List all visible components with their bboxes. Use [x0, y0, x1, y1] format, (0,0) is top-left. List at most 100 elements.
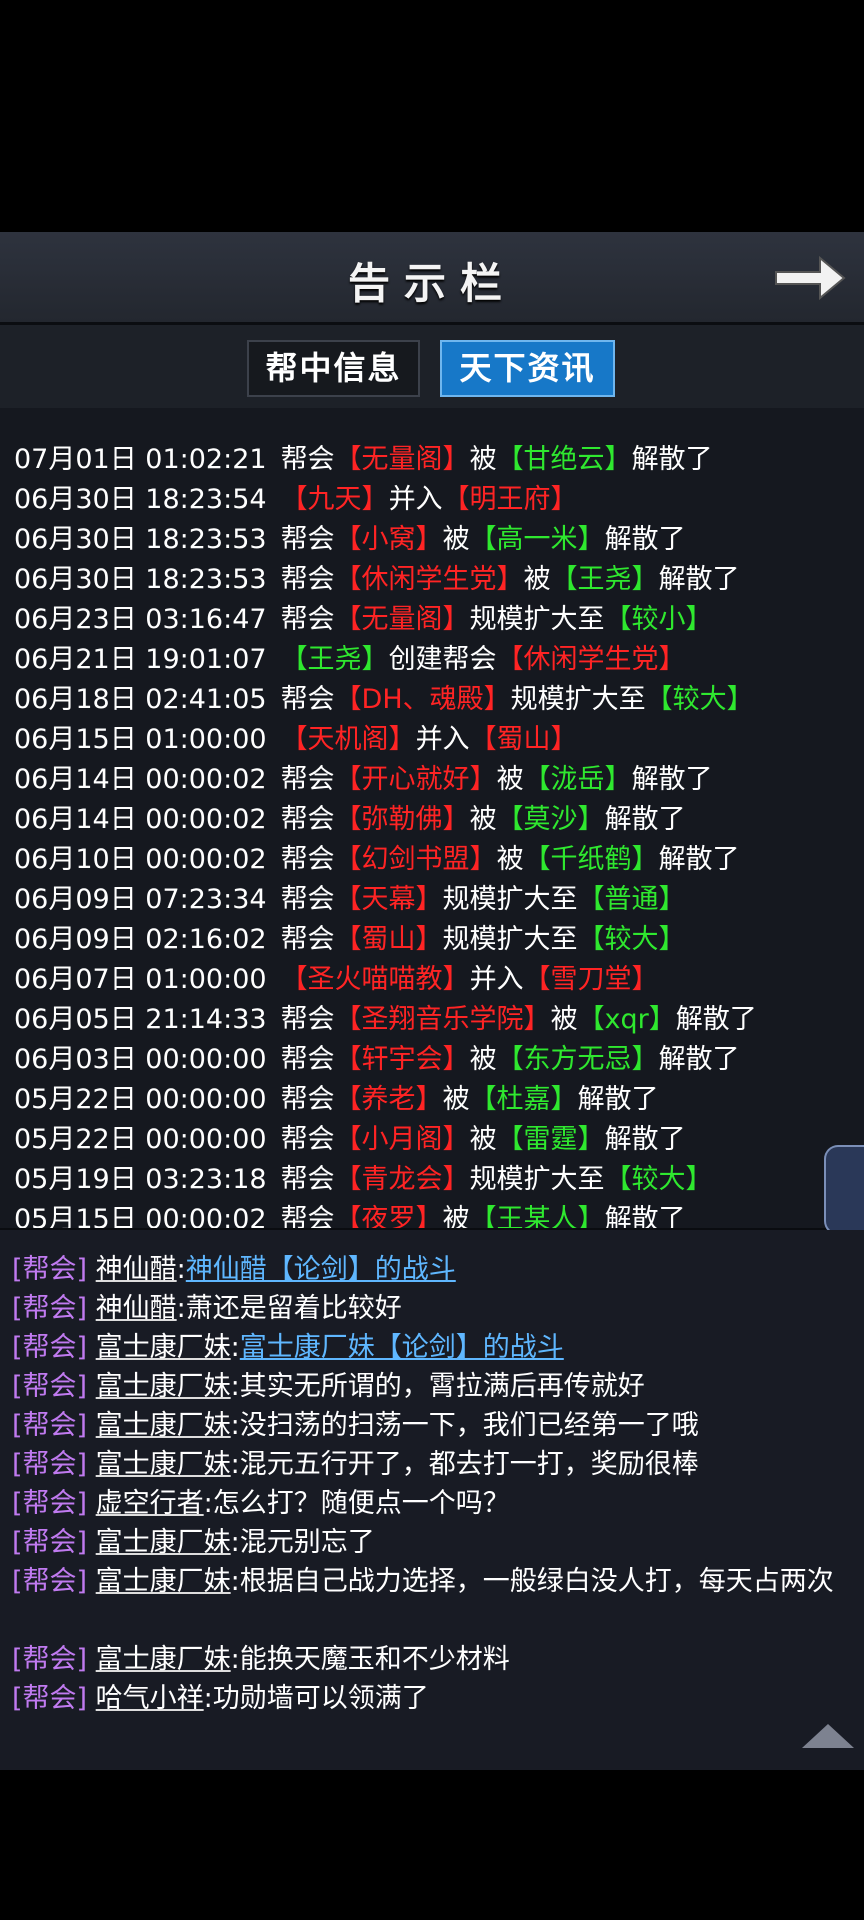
player-name: 【泷岳】 — [523, 764, 632, 795]
guild-name: 【轩宇会】 — [334, 1044, 470, 1075]
chat-speaker[interactable]: 神仙醋 — [96, 1254, 177, 1285]
chat-speaker[interactable]: 富士康厂妹 — [96, 1410, 231, 1441]
news-text: 帮会 — [280, 924, 335, 955]
player-name: 【王某人】 — [469, 1204, 605, 1230]
chat-speaker[interactable]: 富士康厂妹 — [96, 1332, 231, 1363]
chat-text: :萧还是留着比较好 — [176, 1293, 402, 1324]
chat-speaker[interactable]: 富士康厂妹 — [96, 1566, 231, 1597]
chat-speaker[interactable]: 富士康厂妹 — [96, 1527, 231, 1558]
guild-name: 【蜀山】 — [469, 724, 578, 755]
news-text: 规模扩大至 — [510, 684, 646, 715]
news-row: 06月23日 03:16:47 帮会【无量阁】规模扩大至【较小】 — [14, 600, 713, 640]
news-row: 06月15日 01:00:00 【天机阁】并入【蜀山】 — [14, 720, 578, 760]
news-text: 解散了 — [604, 1204, 686, 1230]
news-row: 06月30日 18:23:54 【九天】并入【明王府】 — [14, 480, 578, 520]
battle-replay-link[interactable]: 神仙醋【论剑】的战斗 — [186, 1254, 456, 1285]
news-timestamp: 05月15日 00:00:02 — [14, 1204, 267, 1230]
news-timestamp: 06月07日 01:00:00 — [14, 964, 267, 995]
news-text: 被 — [442, 1084, 470, 1115]
news-row: 06月21日 19:01:07 【王尧】创建帮会【休闲学生党】 — [14, 640, 686, 680]
news-text: 帮会 — [280, 884, 335, 915]
news-text: 帮会 — [280, 844, 335, 875]
news-text: 被 — [469, 1124, 497, 1155]
news-text: 帮会 — [280, 684, 335, 715]
chat-text: :怎么打？随便点一个吗？ — [203, 1488, 510, 1519]
news-text: 被 — [469, 444, 497, 475]
chat-text: :其实无所谓的，霄拉满后再传就好 — [230, 1371, 645, 1402]
guild-name: 【圣翔音乐学院】 — [334, 1004, 551, 1035]
news-timestamp: 05月22日 00:00:00 — [14, 1124, 267, 1155]
tab-bar — [0, 325, 864, 408]
channel-tag: [帮会] — [12, 1488, 88, 1519]
news-row: 06月30日 18:23:53 帮会【休闲学生党】被【王尧】解散了 — [14, 560, 740, 600]
news-timestamp: 06月10日 00:00:02 — [14, 844, 267, 875]
tab-world-news[interactable]: 天下资讯 — [440, 340, 615, 397]
channel-tag: [帮会] — [12, 1371, 88, 1402]
player-name: 【较小】 — [604, 604, 713, 635]
player-name: 【东方无忌】 — [496, 1044, 659, 1075]
news-timestamp: 07月01日 01:02:21 — [14, 444, 267, 475]
channel-tag: [帮会] — [12, 1293, 88, 1324]
news-timestamp: 05月22日 00:00:00 — [14, 1084, 267, 1115]
news-timestamp: 06月05日 21:14:33 — [14, 1004, 267, 1035]
news-text: 解散了 — [658, 844, 740, 875]
chat-speaker[interactable]: 神仙醋 — [96, 1293, 177, 1324]
back-arrow-icon[interactable] — [772, 252, 848, 304]
news-text: 被 — [496, 844, 524, 875]
news-list[interactable]: 07月01日 01:02:21 帮会【无量阁】被【甘绝云】解散了 06月30日 18… — [0, 440, 864, 1230]
news-row: 05月15日 00:00:02 帮会【夜罗】被【王某人】解散了 — [14, 1200, 686, 1230]
scroll-up-icon[interactable] — [800, 1722, 856, 1750]
news-text: 被 — [469, 804, 497, 835]
news-row: 06月05日 21:14:33 帮会【圣翔音乐学院】被【xqr】解散了 — [14, 1000, 757, 1040]
chat-message: [帮会] 富士康厂妹:混元别忘了 — [12, 1523, 857, 1562]
news-text: 解散了 — [604, 524, 686, 555]
tab-guild-info[interactable]: 帮中信息 — [247, 340, 420, 397]
notice-board-header: 告示栏 — [0, 232, 864, 325]
guild-name: 【蜀山】 — [334, 924, 443, 955]
guild-name: 【养老】 — [334, 1084, 443, 1115]
chat-panel[interactable]: [帮会] 神仙醋:神仙醋【论剑】的战斗 [帮会] 神仙醋:萧还是留着比较好 [帮会]… — [0, 1230, 864, 1770]
news-text: 帮会 — [280, 764, 335, 795]
news-text: 帮会 — [280, 804, 335, 835]
news-text: 帮会 — [280, 444, 335, 475]
chat-speaker[interactable]: 富士康厂妹 — [96, 1644, 231, 1675]
chat-text: :根据自己战力选择，一般绿白没人打，每天占两次 — [230, 1566, 834, 1597]
news-row: 06月09日 02:16:02 帮会【蜀山】规模扩大至【较大】 — [14, 920, 686, 960]
news-row: 06月03日 00:00:00 帮会【轩宇会】被【东方无忌】解散了 — [14, 1040, 740, 1080]
chat-text: : — [230, 1332, 240, 1363]
news-text: 并入 — [388, 484, 443, 515]
news-row: 05月22日 00:00:00 帮会【养老】被【杜嘉】解散了 — [14, 1080, 659, 1120]
news-text: 帮会 — [280, 1204, 335, 1230]
news-text: 帮会 — [280, 604, 335, 635]
chat-message: [帮会] 神仙醋:神仙醋【论剑】的战斗 — [12, 1250, 857, 1289]
news-row: 06月30日 18:23:53 帮会【小窝】被【高一米】解散了 — [14, 520, 686, 560]
chat-message: [帮会] 富士康厂妹:其实无所谓的，霄拉满后再传就好 — [12, 1367, 857, 1406]
news-text: 规模扩大至 — [469, 1164, 605, 1195]
chat-text: :能换天魔玉和不少材料 — [230, 1644, 510, 1675]
news-timestamp: 06月18日 02:41:05 — [14, 684, 267, 715]
guild-name: 【小月阁】 — [334, 1124, 470, 1155]
chat-text: :功勋墙可以领满了 — [203, 1683, 429, 1714]
chat-message: [帮会] 富士康厂妹:根据自己战力选择，一般绿白没人打，每天占两次 — [12, 1562, 857, 1601]
news-text: 帮会 — [280, 1004, 335, 1035]
guild-name: 【天幕】 — [334, 884, 443, 915]
battle-replay-link[interactable]: 富士康厂妹【论剑】的战斗 — [240, 1332, 564, 1363]
player-name: 【杜嘉】 — [469, 1084, 578, 1115]
player-name: 【王尧】 — [280, 644, 389, 675]
chat-speaker[interactable]: 哈气小祥 — [96, 1683, 204, 1714]
news-timestamp: 06月30日 18:23:53 — [14, 524, 267, 555]
news-timestamp: 06月21日 19:01:07 — [14, 644, 267, 675]
chat-speaker[interactable]: 富士康厂妹 — [96, 1371, 231, 1402]
side-menu-tab[interactable] — [824, 1145, 864, 1235]
guild-name: 【明王府】 — [442, 484, 578, 515]
chat-speaker[interactable]: 虚空行者 — [96, 1488, 204, 1519]
player-name: 【较大】 — [577, 924, 686, 955]
guild-name: 【DH、魂殿】 — [334, 684, 511, 715]
news-text: 被 — [523, 564, 551, 595]
news-text: 被 — [442, 524, 470, 555]
player-name: 【王尧】 — [550, 564, 659, 595]
news-text: 解散了 — [631, 764, 713, 795]
chat-message: [帮会] 神仙醋:萧还是留着比较好 — [12, 1289, 857, 1328]
chat-speaker[interactable]: 富士康厂妹 — [96, 1449, 231, 1480]
news-text: 帮会 — [280, 1164, 335, 1195]
